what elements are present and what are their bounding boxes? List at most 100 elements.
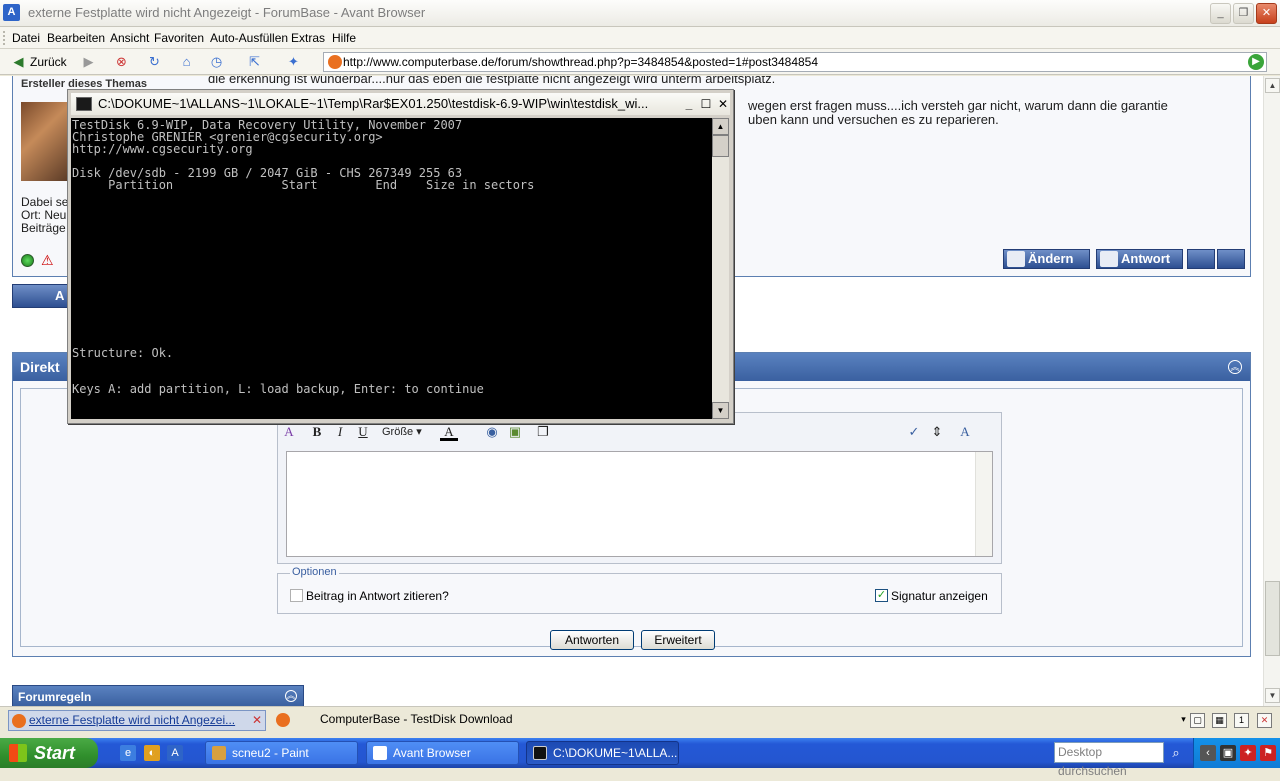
- maximize-button[interactable]: ❐: [1233, 3, 1254, 24]
- signature-checkbox[interactable]: ✓: [875, 589, 888, 602]
- message-editor: A B I U Größe ▾ A ◉ ▣ ❐ ✓ ⇕ A: [277, 412, 1002, 564]
- scroll-up-icon[interactable]: ▲: [1265, 78, 1280, 93]
- resize-editor-icon[interactable]: ⇕: [928, 423, 946, 441]
- console-titlebar[interactable]: C:\DOKUME~1\ALLANS~1\LOKALE~1\Temp\Rar$E…: [71, 93, 730, 115]
- forward-arrow-icon[interactable]: ▶: [80, 53, 97, 70]
- italic-icon[interactable]: I: [331, 423, 349, 441]
- tab-testdisk-download-label: ComputerBase - TestDisk Download: [320, 712, 513, 726]
- console-scrollbar[interactable]: ▲ ▼: [712, 118, 729, 419]
- quote-checkbox[interactable]: [290, 589, 303, 602]
- console-screen[interactable]: TestDisk 6.9-WIP, Data Recovery Utility,…: [71, 118, 712, 419]
- menu-hilfe[interactable]: Hilfe: [332, 31, 356, 45]
- tab-testdisk-download[interactable]: ComputerBase - TestDisk Download: [270, 710, 530, 731]
- start-button[interactable]: Start: [0, 738, 98, 768]
- network-icon[interactable]: ▣: [1220, 745, 1236, 761]
- forum-rules-title: Forumregeln: [18, 690, 92, 704]
- textarea-scrollbar[interactable]: [975, 452, 992, 556]
- post-text-line-2: wegen erst fragen muss....ich versteh ga…: [748, 98, 1168, 113]
- console-line-structure: Structure: Ok.: [72, 346, 174, 360]
- task-testdisk-console[interactable]: C:\DOKUME~1\ALLA...: [526, 741, 679, 765]
- desktop-search-input[interactable]: Desktop durchsuchen: [1054, 742, 1164, 778]
- tab-list-icon[interactable]: ▾: [1176, 713, 1191, 728]
- menu-grip[interactable]: [3, 31, 6, 45]
- close-tab-icon[interactable]: ✕: [252, 711, 262, 730]
- spellcheck-icon[interactable]: ✓: [905, 423, 923, 441]
- switch-editor-icon[interactable]: A: [956, 423, 974, 441]
- site-favicon-icon: [328, 55, 342, 69]
- console-scroll-down-icon[interactable]: ▼: [712, 402, 729, 419]
- history-icon[interactable]: ◷: [208, 53, 225, 70]
- post-text-line-1: die erkennung ist wunderbar....nur das e…: [208, 76, 776, 86]
- new-page-icon[interactable]: ▢: [1190, 713, 1205, 728]
- back-button[interactable]: Zurück: [30, 53, 67, 71]
- tray-back-icon[interactable]: ‹: [1200, 745, 1216, 761]
- menu-auto-ausfuellen[interactable]: Auto-Ausfüllen: [210, 31, 288, 45]
- go-icon[interactable]: ▶: [1248, 54, 1264, 70]
- fullscreen-icon[interactable]: ⇱: [246, 53, 263, 70]
- report-post-icon[interactable]: ⚠: [41, 252, 54, 269]
- console-line-partition-header: Partition Start End Size in sectors: [72, 178, 535, 192]
- menu-favoriten[interactable]: Favoriten: [154, 31, 204, 45]
- menu-extras[interactable]: Extras: [291, 31, 325, 45]
- underline-icon[interactable]: U: [354, 423, 372, 441]
- bold-icon[interactable]: B: [308, 423, 326, 441]
- tray-alert-icon[interactable]: ⚑: [1260, 745, 1276, 761]
- scroll-down-icon[interactable]: ▼: [1265, 688, 1280, 703]
- avant-browser-icon: A: [3, 4, 20, 21]
- restore-tab-icon[interactable]: 1: [1234, 713, 1249, 728]
- reply-post-button[interactable]: Antwort: [1096, 249, 1183, 269]
- home-icon[interactable]: ⌂: [178, 53, 195, 70]
- menu-bearbeiten[interactable]: Bearbeiten: [47, 31, 105, 45]
- advanced-reply-button[interactable]: Erweitert: [641, 630, 715, 650]
- new-reply-button[interactable]: A: [12, 284, 72, 308]
- text-color-icon[interactable]: A: [440, 423, 458, 441]
- font-size-select[interactable]: Größe ▾: [382, 423, 432, 441]
- collapse-icon[interactable]: ︽: [1228, 360, 1242, 374]
- insert-link-icon[interactable]: ◉: [483, 423, 501, 441]
- scroll-thumb[interactable]: [1265, 581, 1280, 656]
- console-minimize-button[interactable]: _: [680, 95, 698, 113]
- console-line-url: http://www.cgsecurity.org: [72, 142, 253, 156]
- task-paint[interactable]: scneu2 - Paint: [205, 741, 358, 765]
- search-icon[interactable]: ⌕: [1168, 745, 1184, 761]
- submit-reply-button[interactable]: Antworten: [550, 630, 634, 650]
- console-close-button[interactable]: ✕: [714, 95, 732, 113]
- site-favicon-icon: [12, 714, 26, 728]
- testdisk-console-window[interactable]: C:\DOKUME~1\ALLANS~1\LOKALE~1\Temp\Rar$E…: [67, 89, 734, 424]
- tab-forum-thread[interactable]: externe Festplatte wird nicht Angezei...…: [8, 710, 266, 731]
- console-scroll-up-icon[interactable]: ▲: [712, 118, 729, 135]
- close-all-tabs-icon[interactable]: ✕: [1257, 713, 1272, 728]
- multi-quote-button[interactable]: [1217, 249, 1245, 269]
- media-icon[interactable]: ◐: [144, 745, 160, 761]
- address-bar[interactable]: http://www.computerbase.de/forum/showthr…: [323, 52, 1267, 72]
- address-url[interactable]: http://www.computerbase.de/forum/showthr…: [343, 55, 818, 69]
- system-tray: ‹ ▣ ✦ ⚑: [1193, 738, 1280, 768]
- menu-ansicht[interactable]: Ansicht: [110, 31, 149, 45]
- task-avant-browser-label: Avant Browser: [393, 746, 471, 760]
- message-textarea[interactable]: [286, 451, 993, 557]
- insert-quote-icon[interactable]: ❐: [534, 423, 552, 441]
- user-info-posts: Beiträge: [21, 221, 66, 235]
- ie-icon[interactable]: e: [120, 745, 136, 761]
- back-arrow-icon[interactable]: ◀: [10, 53, 27, 70]
- tile-tabs-icon[interactable]: ▦: [1212, 713, 1227, 728]
- page-scrollbar[interactable]: ▲ ▼: [1263, 76, 1280, 706]
- task-avant-browser[interactable]: Avant Browser: [366, 741, 519, 765]
- minimize-button[interactable]: _: [1210, 3, 1231, 24]
- menu-datei[interactable]: Datei: [12, 31, 40, 45]
- edit-post-button[interactable]: Ändern: [1003, 249, 1090, 269]
- quote-button[interactable]: [1187, 249, 1215, 269]
- remove-format-icon[interactable]: A: [280, 423, 298, 441]
- collapse-rules-icon[interactable]: ︽: [285, 690, 297, 702]
- tools-icon[interactable]: ✦: [285, 53, 302, 70]
- avant-quicklaunch-icon[interactable]: A: [167, 745, 183, 761]
- close-button[interactable]: ✕: [1256, 3, 1277, 24]
- refresh-icon[interactable]: ↻: [146, 53, 163, 70]
- edit-icon: [1007, 251, 1025, 267]
- console-scroll-thumb[interactable]: [712, 135, 729, 157]
- stop-icon[interactable]: ⊗: [113, 53, 130, 70]
- reply-icon: [1100, 251, 1118, 267]
- tray-app-icon[interactable]: ✦: [1240, 745, 1256, 761]
- console-maximize-button[interactable]: ☐: [697, 95, 715, 113]
- insert-image-icon[interactable]: ▣: [506, 423, 524, 441]
